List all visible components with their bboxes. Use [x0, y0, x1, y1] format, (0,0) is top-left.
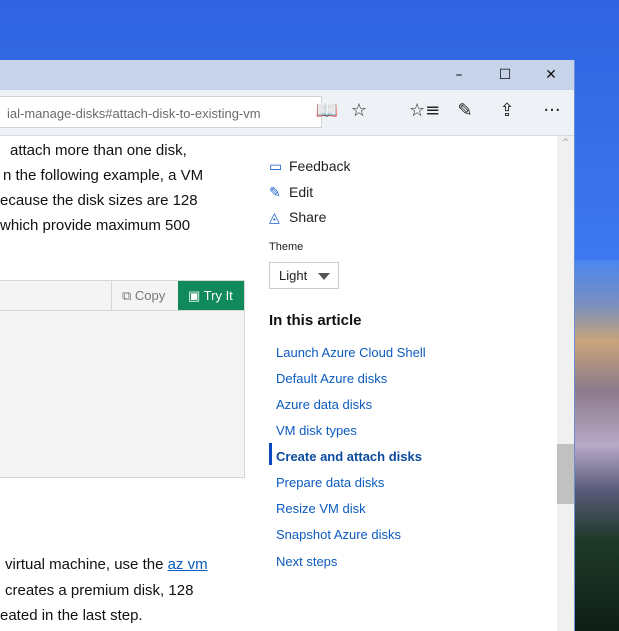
favorites-list-icon[interactable]: ☆≡: [409, 100, 440, 121]
text-line: attach more than one disk,: [10, 142, 187, 159]
favorite-star-icon[interactable]: ☆: [347, 100, 371, 121]
toc-item[interactable]: Snapshot Azure disks: [276, 527, 401, 542]
toc-title: In this article: [269, 312, 362, 329]
code-block: ⧉ Copy ▣ Try It: [0, 280, 245, 478]
try-it-button[interactable]: ▣ Try It: [178, 281, 244, 310]
edit-label: Edit: [289, 184, 314, 200]
reading-view-icon[interactable]: 📖: [315, 100, 339, 121]
theme-label: Theme: [269, 241, 304, 253]
copy-button[interactable]: ⧉ Copy: [111, 281, 178, 310]
toc-item-active[interactable]: Create and attach disks: [276, 449, 422, 464]
edit-link[interactable]: ✎ Edit: [269, 184, 313, 201]
title-bar: – ☐ ✕: [0, 60, 574, 90]
toc-item[interactable]: Default Azure disks: [276, 371, 387, 386]
address-bar[interactable]: ial-manage-disks#attach-disk-to-existing…: [0, 96, 322, 128]
text-line: which provide maximum 500: [0, 217, 191, 234]
vertical-scrollbar[interactable]: ^: [557, 136, 574, 631]
feedback-link[interactable]: ▭ Feedback: [269, 158, 350, 175]
terminal-icon: ▣: [188, 288, 204, 303]
copy-label: Copy: [134, 288, 166, 303]
theme-dropdown[interactable]: Light: [269, 262, 339, 289]
toc-item[interactable]: Azure data disks: [276, 397, 372, 412]
desktop-wallpaper: [574, 260, 619, 631]
page-content: attach more than one disk, n the followi…: [0, 136, 557, 631]
share-icon: ◬: [269, 209, 280, 225]
text: virtual machine, use the: [5, 556, 168, 573]
more-icon[interactable]: ···: [540, 100, 564, 121]
maximize-button[interactable]: ☐: [482, 60, 528, 90]
toc-item[interactable]: Next steps: [276, 554, 337, 569]
feedback-label: Feedback: [289, 158, 351, 174]
browser-window: – ☐ ✕ ial-manage-disks#attach-disk-to-ex…: [0, 60, 575, 631]
text-line: n the following example, a VM: [3, 167, 204, 184]
browser-toolbar: ial-manage-disks#attach-disk-to-existing…: [0, 90, 574, 136]
pencil-icon: ✎: [269, 184, 281, 200]
toc-item[interactable]: Prepare data disks: [276, 475, 384, 490]
theme-value: Light: [279, 268, 308, 283]
az-vm-link[interactable]: az vm: [168, 556, 208, 573]
toc-item[interactable]: Launch Azure Cloud Shell: [276, 345, 426, 360]
text-line: eated in the last step.: [0, 607, 143, 624]
text-line: creates a premium disk, 128: [5, 582, 194, 599]
share-label: Share: [289, 209, 327, 225]
text-line: ecause the disk sizes are 128: [0, 192, 198, 209]
scroll-up-icon[interactable]: ^: [557, 138, 574, 148]
toc-active-indicator: [269, 443, 272, 465]
close-button[interactable]: ✕: [528, 60, 574, 90]
chevron-down-icon: [318, 273, 330, 280]
web-note-icon[interactable]: ✎: [453, 100, 477, 121]
toc-item[interactable]: Resize VM disk: [276, 501, 366, 516]
minimize-button[interactable]: –: [436, 60, 482, 90]
code-toolbar: ⧉ Copy ▣ Try It: [0, 281, 244, 311]
share-icon[interactable]: ⇪: [495, 100, 519, 121]
toc-item[interactable]: VM disk types: [276, 423, 357, 438]
try-it-label: Try It: [203, 288, 233, 303]
scrollbar-thumb[interactable]: [557, 444, 574, 504]
share-link[interactable]: ◬ Share: [269, 209, 326, 226]
text-line: virtual machine, use the az vm: [5, 552, 208, 577]
feedback-icon: ▭: [269, 158, 283, 174]
copy-icon: ⧉: [122, 288, 135, 303]
